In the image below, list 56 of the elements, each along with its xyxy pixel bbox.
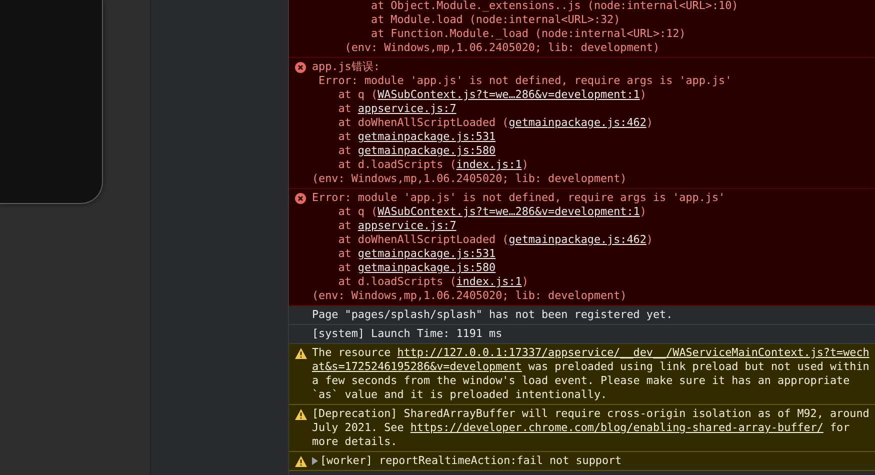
file-link[interactable]: index.js:1: [456, 158, 522, 172]
warning-icon: [295, 348, 307, 358]
log-text: at: [337, 261, 352, 275]
log-line: (env: Windows,mp,1.06.2405020; lib: development): [312, 172, 628, 186]
log-text: at: [337, 144, 352, 158]
log-text: at: [337, 130, 352, 144]
log-line: app.js错误:: [312, 60, 381, 74]
warning-icon: [295, 408, 307, 420]
log-line: Page "pages/splash/splash" has not been registered yet.: [312, 308, 674, 322]
log-text: at q (: [337, 205, 378, 219]
log-line: `as` value and it is preloaded intentionally.: [312, 388, 608, 402]
log-text: at doWhenAllScriptLoaded (: [337, 233, 509, 247]
file-link[interactable]: getmainpackage.js:531: [358, 130, 496, 144]
log-text: at doWhenAllScriptLoaded (: [337, 116, 509, 130]
log-line: (env: Windows,mp,1.06.2405020; lib: development): [312, 289, 628, 303]
warning-message: [worker] reportRealtimeAction:fail not support: [320, 454, 622, 468]
log-text: at: [337, 102, 352, 116]
log-line: (env: Windows,mp,1.06.2405020; lib: development): [344, 41, 661, 55]
file-link[interactable]: getmainpackage.js:580: [358, 144, 496, 158]
log-text: ): [646, 116, 653, 130]
log-text: ): [646, 233, 653, 247]
file-link[interactable]: WASubContext.js?t=we…286&v=development:1: [378, 205, 640, 219]
log-line: Error: module 'app.js' is not defined, require args is 'app.js': [312, 191, 726, 205]
log-line: [system] Launch Time: 1191 ms: [312, 327, 504, 341]
log-text: ): [640, 205, 646, 219]
log-text: The resource: [312, 346, 392, 360]
file-link[interactable]: getmainpackage.js:462: [508, 116, 646, 130]
log-text: ): [522, 158, 528, 172]
log-text: ): [640, 88, 646, 102]
warning-message: [Deprecation] SharedArrayBuffer will require cross-origin isolation as of M92, around July 2021. See https://developer.chrome.com/blog/enabling-shared-array-buffer/ for more details.: [312, 407, 870, 449]
file-link[interactable]: index.js:1: [456, 275, 522, 289]
log-text: at: [337, 219, 352, 233]
log-line: at Module.load (node:internal<URL>:32): [370, 13, 622, 27]
file-link[interactable]: at&s=1725246195286&v=development: [312, 360, 522, 374]
log-text: ): [522, 275, 528, 289]
log-text: at: [337, 247, 352, 261]
file-link[interactable]: appservice.js:7: [358, 219, 456, 233]
file-link[interactable]: WASubContext.js?t=we…286&v=development:1: [378, 88, 640, 102]
log-line: at Object.Module._extensions..js (node:internal<URL>:10): [370, 0, 740, 13]
error-icon: [295, 192, 306, 204]
url-link[interactable]: https://developer.chrome.com/blog/enabling-shared-array-buffer/: [410, 421, 824, 434]
warning-icon: [295, 456, 307, 466]
log-text: at d.loadScripts (: [337, 275, 456, 289]
log-line: Error: module 'app.js' is not defined, require args is 'app.js': [318, 74, 733, 88]
log-line: a few seconds from the window's load event. Please make sure it has an appropriate: [312, 374, 851, 388]
error-icon: [295, 62, 306, 72]
log-text: was preloaded using link preload but not used within: [527, 360, 870, 374]
file-link[interactable]: http://127.0.0.1:17337/appservice/__dev__/WAServiceMainContext.js?t=wech: [397, 346, 870, 360]
log-line: at Function.Module._load (node:internal<URL>:12): [370, 27, 687, 41]
file-link[interactable]: appservice.js:7: [358, 102, 456, 116]
log-text: at q (: [337, 88, 378, 102]
file-link[interactable]: getmainpackage.js:462: [508, 233, 646, 247]
log-text: at d.loadScripts (: [337, 158, 456, 172]
file-link[interactable]: getmainpackage.js:531: [358, 247, 496, 261]
file-link[interactable]: getmainpackage.js:580: [358, 261, 496, 275]
expand-triangle-icon[interactable]: [312, 457, 318, 465]
